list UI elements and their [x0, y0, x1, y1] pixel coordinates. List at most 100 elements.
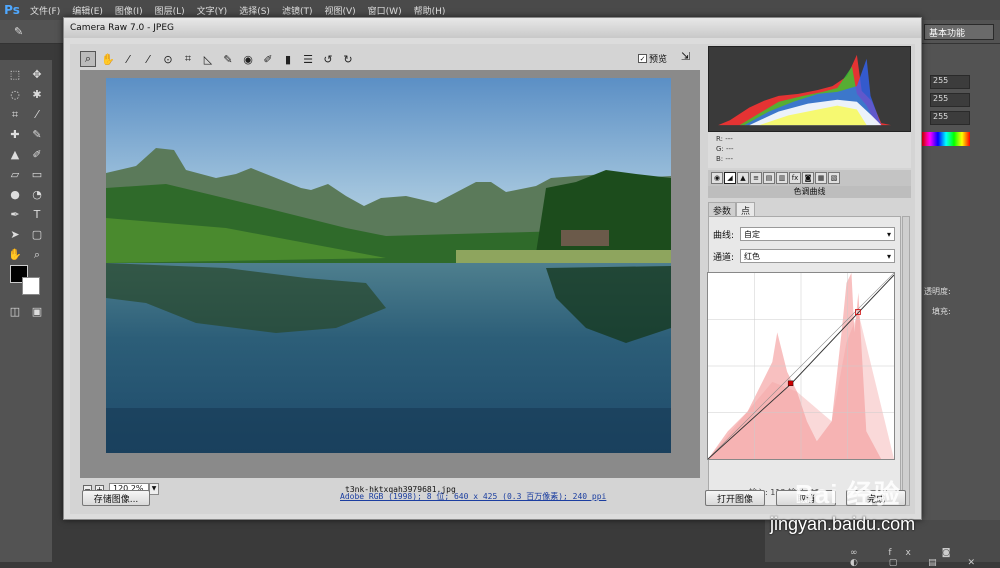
- detail-panel-icon[interactable]: ▲: [737, 172, 749, 184]
- rotate-ccw-icon[interactable]: ↺: [320, 51, 336, 67]
- fullscreen-icon[interactable]: ⇲: [681, 50, 695, 64]
- tab-parametric[interactable]: 参数: [708, 202, 737, 217]
- blur-icon[interactable]: ●: [6, 188, 24, 204]
- magic-wand-icon[interactable]: ✱: [28, 88, 46, 104]
- shape-icon[interactable]: ▢: [28, 228, 46, 244]
- tab-point[interactable]: 点: [736, 202, 756, 217]
- fx-panel-icon[interactable]: fx: [789, 172, 801, 184]
- gradient-icon[interactable]: ▭: [28, 168, 46, 184]
- chevron-down-icon: ▾: [887, 229, 892, 239]
- move-icon[interactable]: ✥: [28, 68, 46, 84]
- done-button[interactable]: 完成: [846, 490, 906, 506]
- curve-subtabs: 参数 点: [708, 202, 911, 217]
- fill-label: 填充:: [932, 307, 951, 316]
- adjustment-panel-tabs: ◉ ◢ ▲ ≡ ▤ ▥ fx ◙ ▦ ▧: [708, 170, 911, 186]
- brush-icon[interactable]: ✎: [14, 25, 23, 38]
- snapshots-panel-icon[interactable]: ▧: [828, 172, 840, 184]
- menu-window[interactable]: 窗口(W): [362, 4, 408, 17]
- brush-tool-icon[interactable]: ✎: [28, 128, 46, 144]
- layer-bottom-icons: ∞ fx ◙ ◐ ▢ ▤ ✕: [850, 548, 989, 568]
- hand-tool-icon[interactable]: ✋: [100, 51, 116, 67]
- graduated-filter-icon[interactable]: ▮: [280, 51, 296, 67]
- split-toning-panel-icon[interactable]: ▤: [763, 172, 775, 184]
- panel-scrollbar[interactable]: [902, 216, 910, 506]
- presets-panel-icon[interactable]: ▦: [815, 172, 827, 184]
- landscape-photo: [106, 78, 671, 453]
- white-balance-icon[interactable]: ⁄: [120, 51, 136, 67]
- channel-value: 红色: [744, 251, 761, 261]
- spot-removal-icon[interactable]: ✎: [220, 51, 236, 67]
- camera-calibration-icon[interactable]: ◙: [802, 172, 814, 184]
- opacity-label: 透明度:: [924, 287, 951, 296]
- lasso-icon[interactable]: ◌: [6, 88, 24, 104]
- menu-type[interactable]: 文字(Y): [191, 4, 234, 17]
- workspace-switcher[interactable]: 基本功能: [924, 24, 994, 40]
- blue-value[interactable]: 255: [930, 111, 970, 125]
- eyedropper-icon[interactable]: ⁄: [28, 108, 46, 124]
- marquee-icon[interactable]: ⬚: [6, 68, 24, 84]
- quick-mask-icon[interactable]: ◫: [6, 305, 24, 321]
- hand-icon[interactable]: ✋: [6, 248, 24, 264]
- menu-filter[interactable]: 滤镜(T): [276, 4, 319, 17]
- screen-mode-icon[interactable]: ▣: [28, 305, 46, 321]
- zoom-tool-icon[interactable]: ⌕: [80, 51, 96, 67]
- open-image-button[interactable]: 打开图像: [705, 490, 765, 506]
- channel-row: 通道: 红色 ▾: [713, 249, 896, 263]
- preview-checkbox[interactable]: ✓: [638, 54, 647, 63]
- pen-icon[interactable]: ✒: [6, 208, 24, 224]
- panel-title: 色调曲线: [708, 186, 911, 198]
- cancel-button[interactable]: 取消: [776, 490, 836, 506]
- curve-select[interactable]: 自定 ▾: [740, 227, 896, 241]
- stamp-icon[interactable]: ▲: [6, 148, 24, 164]
- preview-toggle[interactable]: ✓ 预览: [638, 52, 667, 65]
- crop-icon[interactable]: ⌗: [6, 108, 24, 124]
- targeted-adjust-icon[interactable]: ⊙: [160, 51, 176, 67]
- basic-panel-icon[interactable]: ◉: [711, 172, 723, 184]
- histogram: [708, 46, 911, 132]
- tone-curve-panel: 曲线: 自定▾ 通道: 红色▾ 输入: 113 输出: 9: [707, 216, 901, 506]
- workflow-options-link[interactable]: Adobe RGB (1998); 8 位; 640 x 425 (0.3 百万…: [340, 491, 606, 502]
- channel-select[interactable]: 红色 ▾: [740, 249, 896, 263]
- color-spectrum[interactable]: [922, 132, 970, 146]
- type-icon[interactable]: T: [28, 208, 46, 224]
- eraser-icon[interactable]: ▱: [6, 168, 24, 184]
- menu-image[interactable]: 图像(I): [109, 4, 149, 17]
- chevron-down-icon: ▾: [887, 251, 892, 261]
- camera-raw-toolbar: ⌕ ✋ ⁄ ⁄ ⊙ ⌗ ◺ ✎ ◉ ✐ ▮ ☰ ↺ ↻: [78, 48, 700, 70]
- rotate-cw-icon[interactable]: ↻: [340, 51, 356, 67]
- color-sampler-icon[interactable]: ⁄: [140, 51, 156, 67]
- save-image-button[interactable]: 存储图像...: [82, 490, 150, 506]
- camera-raw-dialog: Camera Raw 7.0 - JPEG ⌕ ✋ ⁄ ⁄ ⊙ ⌗ ◺ ✎ ◉ …: [63, 17, 922, 520]
- ps-logo: Ps: [4, 3, 20, 17]
- green-value[interactable]: 255: [930, 93, 970, 107]
- healing-icon[interactable]: ✚: [6, 128, 24, 144]
- red-eye-icon[interactable]: ◉: [240, 51, 256, 67]
- dodge-icon[interactable]: ◔: [28, 188, 46, 204]
- history-brush-icon[interactable]: ✐: [28, 148, 46, 164]
- background-color-swatch[interactable]: [22, 277, 40, 295]
- curve-graph[interactable]: [707, 272, 895, 460]
- menu-edit[interactable]: 编辑(E): [66, 4, 109, 17]
- tone-curve-panel-icon[interactable]: ◢: [724, 172, 736, 184]
- preview-label: 预览: [649, 55, 668, 65]
- dialog-footer: 存储图像... Adobe RGB (1998); 8 位; 640 x 425…: [64, 480, 923, 520]
- menu-view[interactable]: 视图(V): [318, 4, 361, 17]
- zoom-icon[interactable]: ⌕: [28, 248, 46, 264]
- red-value[interactable]: 255: [930, 75, 970, 89]
- hsl-panel-icon[interactable]: ≡: [750, 172, 762, 184]
- rgb-readout: R: --- G: --- B: ---: [708, 132, 911, 168]
- preferences-icon[interactable]: ☰: [300, 51, 316, 67]
- straighten-icon[interactable]: ◺: [200, 51, 216, 67]
- menu-select[interactable]: 选择(S): [233, 4, 276, 17]
- menu-layer[interactable]: 图层(L): [149, 4, 191, 17]
- adjustment-brush-icon[interactable]: ✐: [260, 51, 276, 67]
- readout-r: R: ---: [716, 135, 733, 143]
- crop-tool-icon[interactable]: ⌗: [180, 51, 196, 67]
- ps-toolbar: ⬚ ✥ ◌ ✱ ⌗ ⁄ ✚ ✎ ▲ ✐ ▱ ▭ ● ◔ ✒ T ➤ ▢ ✋ ⌕ …: [0, 60, 52, 562]
- menu-help[interactable]: 帮助(H): [408, 4, 452, 17]
- curve-value: 自定: [744, 229, 761, 239]
- lens-panel-icon[interactable]: ▥: [776, 172, 788, 184]
- image-preview-area[interactable]: [80, 70, 700, 478]
- path-select-icon[interactable]: ➤: [6, 228, 24, 244]
- menu-file[interactable]: 文件(F): [24, 4, 66, 17]
